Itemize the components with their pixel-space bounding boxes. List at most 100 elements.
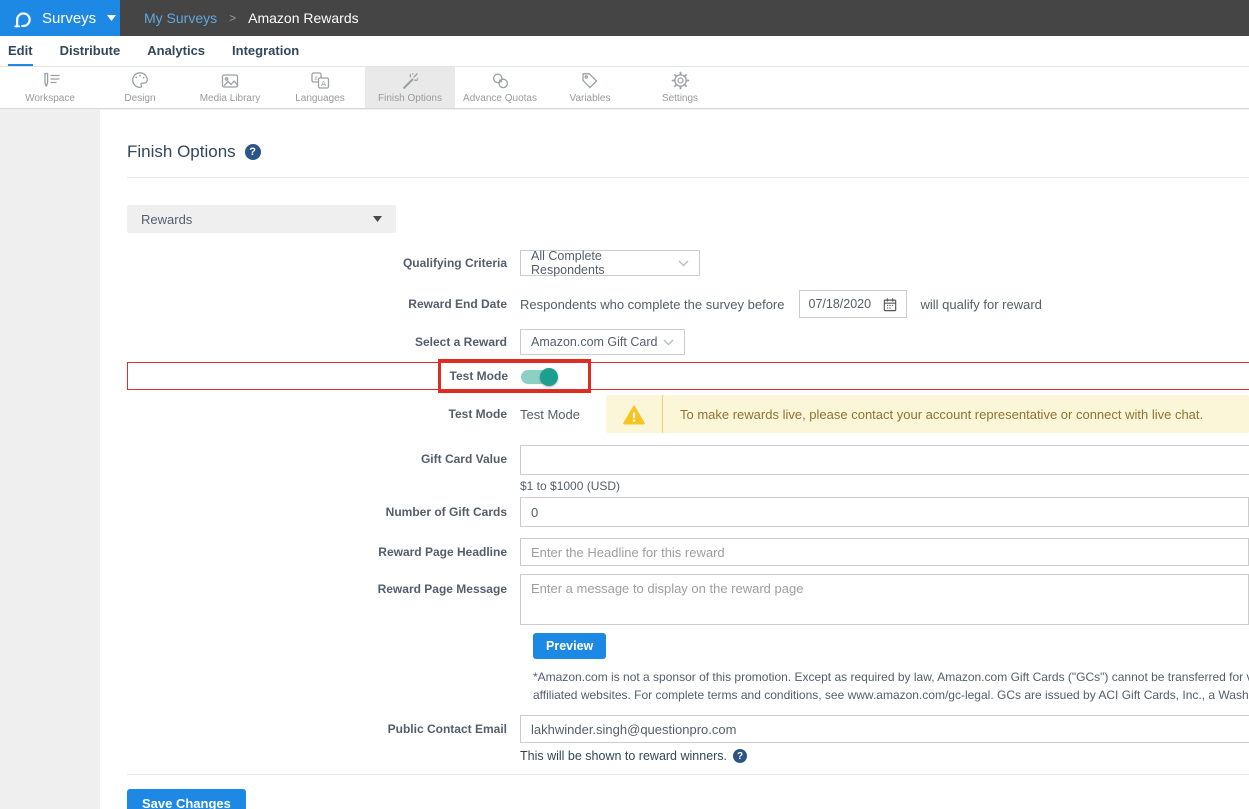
chevron-down-icon [663, 339, 674, 346]
reward-page-message-row: Reward Page Message [127, 574, 1249, 625]
breadcrumb-separator: > [229, 11, 236, 25]
surveys-app-menu[interactable]: Surveys [0, 0, 120, 36]
toolbar-item-workspace[interactable]: Workspace [5, 67, 95, 108]
toolbar-item-design[interactable]: Design [95, 67, 185, 108]
reward-end-date-input[interactable]: 07/18/2020 [799, 290, 907, 318]
number-of-gift-cards-label: Number of Gift Cards [127, 505, 520, 519]
settings-icon [671, 71, 690, 90]
warning-message: To make rewards live, please contact you… [663, 395, 1220, 433]
public-contact-email-input[interactable] [520, 715, 1249, 743]
toolbar-item-label: Design [124, 93, 155, 104]
chevron-down-icon [678, 260, 689, 267]
test-mode-toggle-label: Test Mode [128, 369, 521, 383]
workspace-icon [40, 71, 61, 90]
page-title: Finish Options [127, 142, 236, 162]
design-icon [130, 71, 150, 90]
tab-analytics[interactable]: Analytics [147, 36, 205, 66]
test-mode-status-label: Test Mode [127, 407, 520, 421]
breadcrumb: My Surveys > Amazon Rewards [120, 0, 359, 36]
svg-text:A: A [321, 79, 326, 88]
breadcrumb-my-surveys[interactable]: My Surveys [144, 10, 217, 26]
select-reward-value: Amazon.com Gift Card [531, 335, 657, 349]
save-changes-button[interactable]: Save Changes [127, 789, 246, 809]
app-menu-label: Surveys [42, 10, 96, 27]
toolbar-item-settings[interactable]: Settings [635, 67, 725, 108]
toolbar-item-variables[interactable]: Variables [545, 67, 635, 108]
languages-icon: x A [310, 71, 330, 90]
app-window: Surveys My Surveys > Amazon Rewards Edit… [0, 0, 1249, 809]
help-icon[interactable]: ? [245, 144, 261, 160]
toolbar-item-label: Workspace [25, 93, 75, 104]
edit-toolbar: Workspace Design Media Li [0, 67, 1249, 109]
qualifying-criteria-row: Qualifying Criteria All Complete Respond… [127, 250, 1249, 276]
caret-down-icon [373, 216, 382, 222]
reward-page-message-label: Reward Page Message [127, 574, 520, 625]
preview-row: Preview [533, 633, 1249, 659]
variables-icon [580, 71, 600, 90]
preview-button[interactable]: Preview [533, 633, 606, 659]
calendar-icon[interactable] [883, 297, 897, 312]
toolbar-item-languages[interactable]: x A Languages [275, 67, 365, 108]
amazon-disclaimer-line2: affiliated websites. For complete terms … [533, 687, 1249, 705]
reward-end-date-suffix: will qualify for reward [921, 297, 1042, 312]
number-of-gift-cards-row: Number of Gift Cards [127, 497, 1249, 527]
reward-end-date-label: Reward End Date [127, 297, 520, 311]
toolbar-item-finish-options[interactable]: Finish Options [365, 67, 455, 108]
gift-card-value-helper: $1 to $1000 (USD) [520, 479, 1249, 493]
toolbar-item-label: Finish Options [378, 93, 442, 104]
amazon-disclaimer-line1: *Amazon.com is not a sponsor of this pro… [533, 669, 1249, 687]
toolbar-item-label: Advance Quotas [463, 93, 537, 104]
advance-quotas-icon [491, 71, 510, 90]
reward-page-headline-label: Reward Page Headline [127, 545, 520, 559]
reward-page-headline-row: Reward Page Headline [127, 538, 1249, 566]
reward-end-date-prefix: Respondents who complete the survey befo… [520, 297, 785, 312]
finish-options-icon [401, 71, 420, 90]
qualifying-criteria-value: All Complete Respondents [531, 249, 678, 277]
toolbar-item-label: Settings [662, 93, 698, 104]
test-mode-toggle[interactable] [521, 370, 556, 384]
reward-page-headline-input[interactable] [520, 538, 1249, 566]
qualifying-criteria-select[interactable]: All Complete Respondents [520, 250, 700, 276]
help-icon[interactable]: ? [733, 749, 747, 763]
toolbar-item-label: Media Library [200, 93, 261, 104]
select-reward-label: Select a Reward [127, 335, 520, 349]
toolbar-item-advance-quotas[interactable]: Advance Quotas [455, 67, 545, 108]
amazon-disclaimer: *Amazon.com is not a sponsor of this pro… [533, 669, 1249, 704]
select-reward-select[interactable]: Amazon.com Gift Card [520, 329, 685, 355]
rewards-section-select[interactable]: Rewards [127, 205, 396, 233]
test-mode-annotation-band: Test Mode [127, 362, 1249, 390]
title-divider [127, 177, 1249, 178]
toggle-knob [540, 368, 558, 386]
test-mode-warning: To make rewards live, please contact you… [606, 395, 1249, 433]
save-row: Save Changes [127, 789, 1249, 809]
reward-end-date-value: 07/18/2020 [809, 297, 872, 311]
number-of-gift-cards-input[interactable] [520, 497, 1249, 527]
public-contact-email-row: Public Contact Email This will be shown … [127, 715, 1249, 763]
reward-page-message-textarea[interactable] [520, 574, 1249, 625]
gift-card-value-input[interactable] [520, 445, 1249, 475]
finish-options-panel: Finish Options ? Rewards Qualifying Crit… [100, 110, 1249, 809]
gift-card-value-row: Gift Card Value $1 to $1000 (USD) [127, 445, 1249, 493]
breadcrumb-current-survey: Amazon Rewards [248, 10, 359, 26]
footer-divider [127, 774, 1249, 775]
top-bar: Surveys My Surveys > Amazon Rewards [0, 0, 1249, 36]
toolbar-item-label: Languages [295, 93, 345, 104]
qualifying-criteria-label: Qualifying Criteria [127, 256, 520, 270]
tab-integration[interactable]: Integration [232, 36, 299, 66]
toolbar-item-label: Variables [570, 93, 611, 104]
reward-end-date-row: Reward End Date Respondents who complete… [127, 290, 1249, 318]
test-mode-status-value: Test Mode [520, 407, 580, 422]
gift-card-value-label: Gift Card Value [127, 445, 520, 493]
survey-nav-tabs: Edit Distribute Analytics Integration [0, 36, 1249, 67]
warning-icon [606, 395, 662, 433]
test-mode-status-row: Test Mode Test Mode To make rewards li [127, 395, 1249, 433]
public-contact-email-label: Public Contact Email [127, 715, 520, 763]
chevron-down-icon [107, 15, 116, 21]
tab-edit[interactable]: Edit [8, 36, 33, 66]
toolbar-item-media-library[interactable]: Media Library [185, 67, 275, 108]
svg-text:x: x [314, 75, 318, 82]
public-contact-email-helper: This will be shown to reward winners. [520, 749, 727, 763]
tab-distribute[interactable]: Distribute [60, 36, 121, 66]
media-library-icon [220, 71, 240, 90]
select-reward-row: Select a Reward Amazon.com Gift Card [127, 329, 1249, 355]
